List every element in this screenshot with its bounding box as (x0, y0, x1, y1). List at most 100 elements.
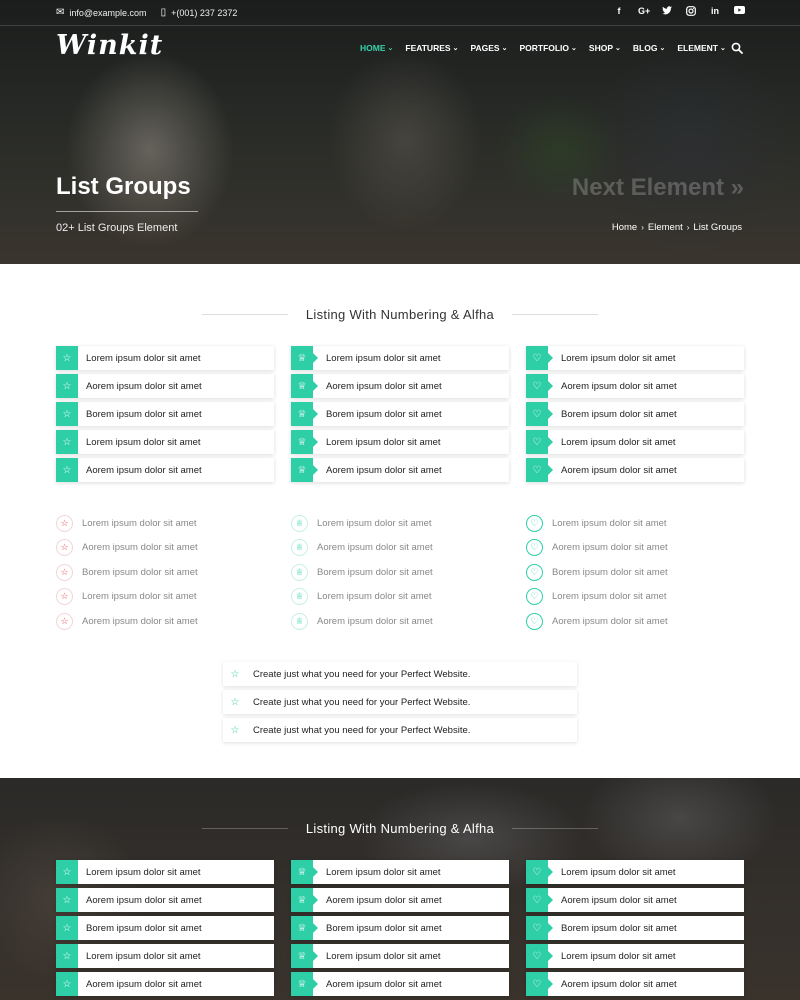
list-item[interactable]: ♕ Aorem ipsum dolor sit amet (291, 609, 511, 634)
facebook-icon[interactable]: f (614, 6, 624, 18)
list-item[interactable]: ☆ Create just what you need for your Perf… (223, 662, 577, 686)
heart-icon: ♡ (526, 539, 543, 557)
list-item[interactable]: ♡ Lorem ipsum dolor sit amet (526, 430, 744, 454)
list-item-label: Lorem ipsum dolor sit amet (561, 866, 676, 878)
list-item[interactable]: ♡ Aorem ipsum dolor sit amet (526, 609, 746, 634)
heart-icon: ♡ (526, 612, 543, 630)
phone-contact[interactable]: ▯ +(001) 237 2372 (161, 7, 238, 18)
list-item[interactable]: ☆ Borem ipsum dolor sit amet (56, 916, 274, 940)
list-item[interactable]: ♡ Aorem ipsum dolor sit amet (526, 972, 744, 996)
hero-banner: ✉ info@example.com ▯ +(001) 237 2372 f G+ … (0, 0, 800, 264)
list-item[interactable]: ♕ Aorem ipsum dolor sit amet (291, 972, 509, 996)
breadcrumb-element[interactable]: Element (648, 222, 683, 233)
search-icon[interactable] (731, 42, 743, 54)
list-item[interactable]: ♡ Aorem ipsum dolor sit amet (526, 888, 744, 912)
list-item[interactable]: ♡ Borem ipsum dolor sit amet (526, 402, 744, 426)
list-item[interactable]: ☆ Aorem ipsum dolor sit amet (56, 536, 276, 561)
list-item-label: Lorem ipsum dolor sit amet (86, 866, 201, 878)
list-item[interactable]: ☆ Lorem ipsum dolor sit amet (56, 860, 274, 884)
breadcrumb: Home › Element › List Groups (612, 222, 742, 233)
list-item-label: Create just what you need for your Perfe… (253, 724, 471, 736)
linkedin-icon[interactable]: in (710, 6, 720, 18)
twitter-icon[interactable] (662, 6, 672, 18)
nav-label: PAGES (470, 43, 500, 53)
list-item[interactable]: ♡ Lorem ipsum dolor sit amet (526, 511, 746, 536)
list-item-label: Aorem ipsum dolor sit amet (326, 894, 442, 906)
chevron-down-icon: ⌄ (387, 45, 394, 52)
list-item[interactable]: ♕ Aorem ipsum dolor sit amet (291, 888, 509, 912)
nav-blog[interactable]: BLOG ⌄ (633, 43, 665, 53)
list-item[interactable]: ♡ Lorem ipsum dolor sit amet (526, 346, 744, 370)
list-item-label: Aorem ipsum dolor sit amet (552, 542, 668, 554)
list-item[interactable]: ♡ Lorem ipsum dolor sit amet (526, 944, 744, 968)
nav-features[interactable]: FEATURES ⌄ (405, 43, 458, 53)
nav-home[interactable]: HOME ⌄ (360, 43, 393, 53)
page-subtitle: 02+ List Groups Element (56, 222, 178, 234)
list-item[interactable]: ☆ Lorem ipsum dolor sit amet (56, 511, 276, 536)
list-item[interactable]: ♕ Aorem ipsum dolor sit amet (291, 536, 511, 561)
list-item[interactable]: ☆ Lorem ipsum dolor sit amet (56, 430, 274, 454)
site-logo[interactable]: Winkit (56, 30, 163, 61)
list-item[interactable]: ☆ Aorem ipsum dolor sit amet (56, 888, 274, 912)
chevron-right-icon: › (686, 223, 690, 232)
list-item[interactable]: ☆ Lorem ipsum dolor sit amet (56, 346, 274, 370)
list-item[interactable]: ☆ Borem ipsum dolor sit amet (56, 560, 276, 585)
dark-section: Listing With Numbering & Alfha ☆ Lorem ip… (0, 778, 800, 1000)
nav-portfolio[interactable]: PORTFOLIO ⌄ (519, 43, 576, 53)
list-item[interactable]: ♕ Aorem ipsum dolor sit amet (291, 374, 509, 398)
nav-element[interactable]: ELEMENT ⌄ (677, 43, 726, 53)
list-item-label: Aorem ipsum dolor sit amet (86, 894, 202, 906)
instagram-icon[interactable] (686, 6, 696, 18)
list-item[interactable]: ☆ Lorem ipsum dolor sit amet (56, 944, 274, 968)
list-item[interactable]: ♡ Lorem ipsum dolor sit amet (526, 585, 746, 610)
list-item[interactable]: ☆ Create just what you need for your Perf… (223, 690, 577, 714)
top-bar: ✉ info@example.com ▯ +(001) 237 2372 f G+ … (0, 0, 800, 26)
topbar-divider (0, 25, 800, 26)
nav-shop[interactable]: SHOP ⌄ (589, 43, 621, 53)
list-item[interactable]: ☆ Aorem ipsum dolor sit amet (56, 609, 276, 634)
list-item[interactable]: ♕ Lorem ipsum dolor sit amet (291, 860, 509, 884)
list-item[interactable]: ♕ Lorem ipsum dolor sit amet (291, 430, 509, 454)
next-element-link[interactable]: Next Element » (572, 174, 744, 202)
list-item[interactable]: ♕ Borem ipsum dolor sit amet (291, 916, 509, 940)
list-item[interactable]: ♡ Borem ipsum dolor sit amet (526, 560, 746, 585)
list-item[interactable]: ♕ Lorem ipsum dolor sit amet (291, 585, 511, 610)
list-item[interactable]: ♕ Aorem ipsum dolor sit amet (291, 458, 509, 482)
list-item[interactable]: ♕ Lorem ipsum dolor sit amet (291, 511, 511, 536)
nav-pages[interactable]: PAGES ⌄ (470, 43, 507, 53)
list-item[interactable]: ♡ Borem ipsum dolor sit amet (526, 916, 744, 940)
list-item[interactable]: ☆ Aorem ipsum dolor sit amet (56, 972, 274, 996)
nav-label: BLOG (632, 43, 658, 53)
list-item[interactable]: ♡ Aorem ipsum dolor sit amet (526, 458, 744, 482)
heart-icon: ♡ (526, 346, 553, 370)
list-item[interactable]: ☆ Aorem ipsum dolor sit amet (56, 458, 274, 482)
main-nav: HOME ⌄ FEATURES ⌄ PAGES ⌄ PORTFOLIO ⌄ SHOP ⌄ … (360, 43, 738, 53)
list-item[interactable]: ☆ Borem ipsum dolor sit amet (56, 402, 274, 426)
list-item-label: Aorem ipsum dolor sit amet (86, 978, 202, 990)
list-item-label: Aorem ipsum dolor sit amet (561, 894, 677, 906)
list-item[interactable]: ♕ Borem ipsum dolor sit amet (291, 560, 511, 585)
list-item[interactable]: ♕ Lorem ipsum dolor sit amet (291, 346, 509, 370)
star-icon: ☆ (230, 668, 240, 680)
star-icon: ☆ (56, 430, 78, 454)
list-item[interactable]: ♕ Lorem ipsum dolor sit amet (291, 944, 509, 968)
list-item[interactable]: ☆ Lorem ipsum dolor sit amet (56, 585, 276, 610)
list-item[interactable]: ☆ Aorem ipsum dolor sit amet (56, 374, 274, 398)
breadcrumb-home[interactable]: Home (612, 222, 637, 233)
list-item-label: Lorem ipsum dolor sit amet (552, 591, 667, 603)
list-item[interactable]: ♡ Aorem ipsum dolor sit amet (526, 374, 744, 398)
star-icon: ☆ (56, 888, 78, 912)
youtube-icon[interactable] (734, 6, 745, 18)
list-item[interactable]: ☆ Create just what you need for your Perf… (223, 718, 577, 742)
list-item-label: Lorem ipsum dolor sit amet (82, 517, 197, 529)
list-item-label: Aorem ipsum dolor sit amet (561, 464, 677, 476)
nav-label: FEATURES (405, 43, 451, 53)
list-item[interactable]: ♡ Lorem ipsum dolor sit amet (526, 860, 744, 884)
list-item[interactable]: ♡ Aorem ipsum dolor sit amet (526, 536, 746, 561)
list-item[interactable]: ♕ Borem ipsum dolor sit amet (291, 402, 509, 426)
list-item-label: Lorem ipsum dolor sit amet (561, 950, 676, 962)
list-item-label: Aorem ipsum dolor sit amet (86, 464, 202, 476)
email-contact[interactable]: ✉ info@example.com (56, 7, 147, 18)
google-plus-icon[interactable]: G+ (638, 6, 650, 18)
chevron-down-icon: ⌄ (452, 45, 459, 52)
